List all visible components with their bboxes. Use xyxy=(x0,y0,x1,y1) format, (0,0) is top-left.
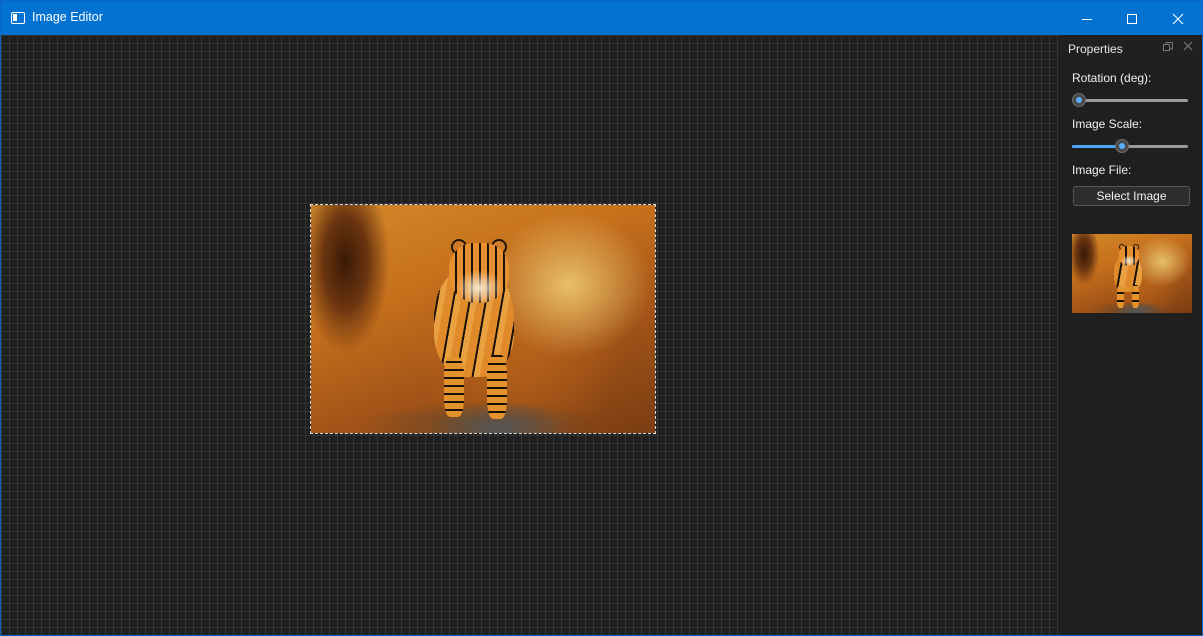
rotation-slider[interactable] xyxy=(1072,93,1188,107)
close-button[interactable] xyxy=(1155,1,1201,35)
image-preview-thumbnail xyxy=(1072,234,1192,313)
tiger-thumbnail xyxy=(1072,234,1192,313)
select-image-button[interactable]: Select Image xyxy=(1073,186,1190,206)
close-icon xyxy=(1172,13,1184,25)
scale-thumb[interactable] xyxy=(1115,139,1129,153)
maximize-icon xyxy=(1127,14,1137,24)
minimize-button[interactable] xyxy=(1064,1,1110,35)
rotation-thumb[interactable] xyxy=(1072,93,1086,107)
app-window-icon xyxy=(11,12,25,24)
properties-panel: Properties Rotation (deg): Image Scale: … xyxy=(1059,35,1202,635)
canvas-image[interactable] xyxy=(310,204,656,434)
scale-slider[interactable] xyxy=(1072,139,1188,153)
properties-header: Properties xyxy=(1059,35,1202,59)
window-title: Image Editor xyxy=(32,10,103,24)
editor-canvas[interactable] xyxy=(1,35,1059,635)
minimize-icon xyxy=(1082,19,1092,20)
rotation-label: Rotation (deg): xyxy=(1072,71,1152,85)
title-bar[interactable]: Image Editor xyxy=(1,1,1202,35)
image-editor-window: Image Editor Properties Rotation (deg): … xyxy=(0,0,1203,636)
float-icon[interactable] xyxy=(1163,42,1173,52)
properties-title: Properties xyxy=(1068,42,1123,56)
tiger-photo xyxy=(311,205,655,433)
scale-label: Image Scale: xyxy=(1072,117,1143,131)
close-panel-icon[interactable] xyxy=(1183,41,1193,51)
tiger-figure xyxy=(429,237,529,427)
maximize-button[interactable] xyxy=(1109,1,1155,35)
image-file-label: Image File: xyxy=(1072,163,1132,177)
